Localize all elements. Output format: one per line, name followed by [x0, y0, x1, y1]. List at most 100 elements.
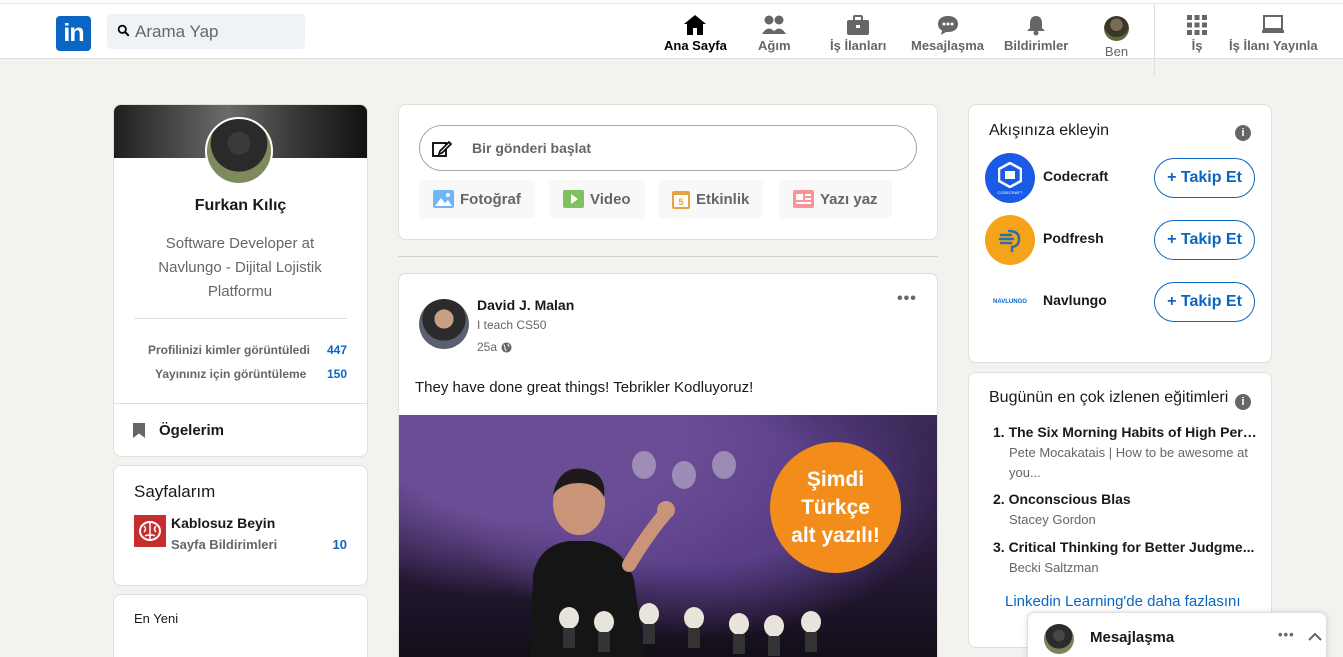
hexagon-icon	[998, 161, 1022, 188]
follow-name[interactable]: Podfresh	[1043, 230, 1104, 246]
nav-me-label: Ben	[1104, 44, 1129, 59]
my-pages-card: Sayfalarım Kablosuz Beyin Sayfa Bildirim…	[113, 465, 368, 586]
stat-value: 150	[326, 367, 347, 381]
video-icon	[563, 190, 584, 208]
me-avatar	[1104, 16, 1129, 41]
nav-network[interactable]: Ağım	[758, 14, 791, 53]
recent-label[interactable]: En Yeni	[134, 611, 178, 626]
nav-me[interactable]: Ben	[1104, 16, 1129, 59]
feed-post: David J. Malan I teach CS50 25a ••• They…	[398, 273, 938, 657]
nav-notifications[interactable]: Bildirimler	[1004, 14, 1068, 53]
messaging-title: Mesajlaşma	[1090, 629, 1175, 646]
course-title: 2. Onconscious Blas	[993, 491, 1131, 507]
badge-line-1: Şimdi	[806, 467, 865, 491]
course-title: 1. The Six Morning Habits of High Perf..…	[993, 424, 1259, 440]
follow-button[interactable]: + Takip Et	[1154, 158, 1255, 198]
profile-headline: Software Developer at Navlungo - Dijital…	[158, 235, 322, 300]
post-text: They have done great things! Tebrikler K…	[415, 379, 754, 396]
event-button[interactable]: 5 Etkinlik	[658, 180, 764, 218]
write-article-button[interactable]: Yazı yaz	[779, 180, 892, 218]
follow-item: CODECRAFT Codecraft + Takip Et	[985, 153, 1255, 203]
navlungo-logo[interactable]: NAVLUNGO	[985, 277, 1035, 327]
nav-home[interactable]: Ana Sayfa	[664, 14, 727, 53]
share-box: Bir gönderi başlat Fotoğraf Video 5 Etki…	[398, 104, 938, 240]
nav-post-job[interactable]: İş İlanı Yayınla	[1229, 14, 1318, 53]
chevron-up-icon[interactable]	[1308, 632, 1322, 642]
my-items-link[interactable]: Ögelerim	[132, 422, 224, 439]
course-title: 3. Critical Thinking for Better Judgme..…	[993, 539, 1255, 555]
laptop-icon	[1262, 15, 1285, 33]
background-bulbs	[629, 445, 749, 505]
course-item[interactable]: 1. The Six Morning Habits of High Perf..…	[993, 424, 1259, 483]
my-items-label: Ögelerim	[159, 422, 225, 439]
follow-name[interactable]: Navlungo	[1043, 292, 1107, 308]
global-nav: in Arama Yap Ana Sayfa Ağım İş İlanları …	[0, 4, 1343, 75]
pages-title: Sayfalarım	[134, 482, 216, 501]
video-label: Video	[590, 190, 631, 208]
nav-divider	[1154, 4, 1155, 75]
nav-messaging[interactable]: Mesajlaşma	[911, 14, 984, 53]
video-button[interactable]: Video	[549, 180, 645, 218]
briefcase-icon	[847, 15, 870, 35]
post-image[interactable]: Şimdi Türkçe alt yazılı!	[399, 415, 937, 657]
nav-work-label: İş	[1191, 38, 1203, 53]
learning-card: Bugünün en çok izlenen eğitimleri i 1. T…	[968, 372, 1272, 648]
profile-divider-2	[114, 403, 367, 404]
search-placeholder: Arama Yap	[135, 21, 219, 41]
course-author: Pete Mocakatais | How to be awesome at y…	[1009, 445, 1248, 480]
photo-button[interactable]: Fotoğraf	[419, 180, 535, 218]
page-name[interactable]: Kablosuz Beyin	[171, 515, 275, 531]
photo-label: Fotoğraf	[460, 190, 521, 208]
page-notifications-label[interactable]: Sayfa Bildirimleri	[171, 537, 277, 552]
follow-name[interactable]: Codecraft	[1043, 168, 1108, 184]
info-icon[interactable]: i	[1235, 125, 1251, 141]
bookmark-icon	[133, 423, 145, 438]
start-post-input[interactable]: Bir gönderi başlat	[419, 125, 917, 171]
page-notifications-count: 10	[332, 537, 347, 552]
codecraft-logo-text: CODECRAFT	[997, 189, 1023, 195]
start-post-placeholder: Bir gönderi başlat	[472, 140, 592, 156]
post-timestamp: 25a	[477, 340, 512, 354]
profile-card: Furkan Kılıç Software Developer at Navlu…	[113, 104, 368, 457]
podfresh-logo[interactable]	[985, 215, 1035, 265]
info-icon[interactable]: i	[1235, 394, 1251, 410]
stat-label: Yayınınız için görüntüleme	[155, 367, 307, 381]
bell-icon	[1027, 16, 1046, 36]
messaging-more-icon[interactable]: •••	[1278, 627, 1295, 642]
nav-home-label: Ana Sayfa	[664, 38, 727, 53]
profile-name[interactable]: Furkan Kılıç	[114, 197, 367, 215]
post-more-icon[interactable]: •••	[897, 290, 917, 308]
course-item[interactable]: 2. Onconscious Blas Stacey Gordon	[993, 491, 1259, 530]
follow-button[interactable]: + Takip Et	[1154, 220, 1255, 260]
nav-work[interactable]: İş	[1186, 14, 1208, 53]
linkedin-logo[interactable]: in	[56, 16, 91, 51]
profile-avatar[interactable]	[205, 117, 273, 185]
course-author: Becki Saltzman	[1009, 560, 1099, 575]
codecraft-logo[interactable]: CODECRAFT	[985, 153, 1035, 203]
course-item[interactable]: 3. Critical Thinking for Better Judgme..…	[993, 539, 1259, 578]
follow-item: NAVLUNGO Navlungo + Takip Et	[985, 277, 1255, 327]
badge-line-2: Türkçe	[801, 495, 870, 519]
photo-icon	[433, 190, 454, 208]
post-author-avatar[interactable]	[419, 299, 469, 349]
edit-icon	[432, 140, 452, 157]
profile-divider	[134, 318, 347, 319]
follow-suggestions-card: Akışınıza ekleyin i CODECRAFT Codecraft …	[968, 104, 1272, 363]
nav-notifications-label: Bildirimler	[1004, 38, 1069, 53]
post-time-label: 25a	[477, 340, 498, 354]
subtitle-badge: Şimdi Türkçe alt yazılı!	[770, 442, 901, 573]
nav-jobs[interactable]: İş İlanları	[830, 14, 886, 53]
post-author-name[interactable]: David J. Malan	[477, 297, 574, 313]
follow-button[interactable]: + Takip Et	[1154, 282, 1255, 322]
stat-value: 447	[326, 343, 347, 357]
messaging-overlay[interactable]: Mesajlaşma •••	[1027, 612, 1327, 657]
messaging-avatar	[1044, 624, 1074, 654]
learning-more-link[interactable]: Linkedin Learning'de daha fazlasını	[1005, 593, 1241, 610]
globe-icon	[501, 341, 512, 353]
search-input[interactable]: Arama Yap	[107, 14, 305, 49]
follow-title: Akışınıza ekleyin	[989, 122, 1110, 139]
search-icon	[117, 24, 130, 37]
post-author-headline: I teach CS50	[477, 318, 547, 332]
brain-logo-icon[interactable]	[134, 515, 166, 547]
course-author: Stacey Gordon	[1009, 512, 1096, 527]
